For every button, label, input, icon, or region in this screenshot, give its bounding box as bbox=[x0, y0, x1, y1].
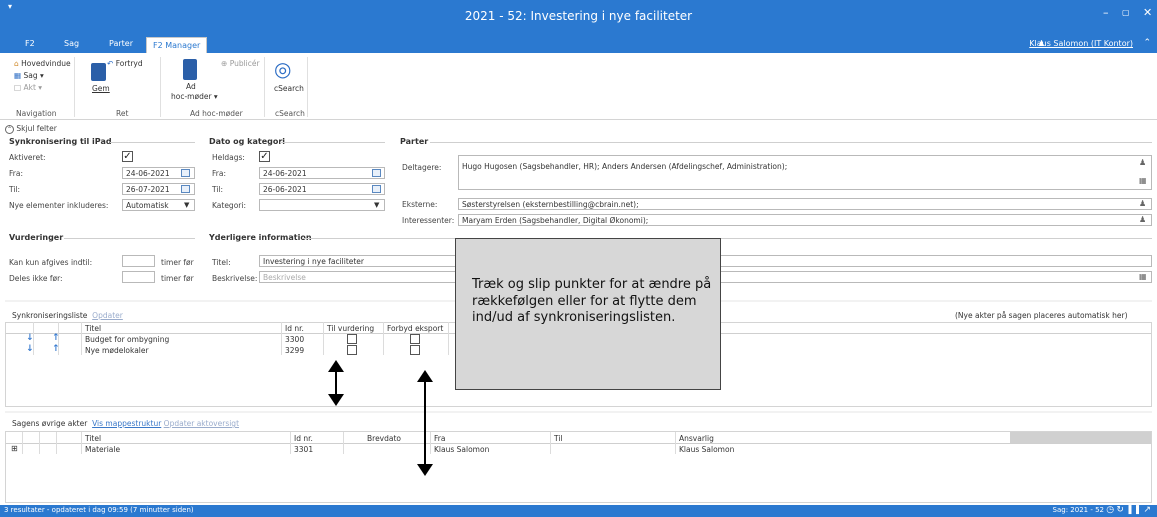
status-right: Sag: 2021 - 52 ◷ ↻ ❚❚ ↗ bbox=[1052, 505, 1151, 515]
callout-text: Træk og slip punkter for at ændre på ræk… bbox=[472, 277, 712, 325]
instruction-callout: Træk og slip punkter for at ændre på ræk… bbox=[455, 238, 721, 390]
status-bar: 3 resultater - opdateret i dag 09:59 (7 … bbox=[0, 505, 1157, 517]
refresh-icon[interactable]: ↻ bbox=[1116, 505, 1124, 515]
link-icon[interactable]: ↗ bbox=[1143, 505, 1151, 515]
arrow-up-down-2 bbox=[417, 370, 433, 476]
status-left: 3 resultater - opdateret i dag 09:59 (7 … bbox=[4, 506, 194, 514]
arrow-up-down-1 bbox=[328, 360, 344, 406]
timer-icon[interactable]: ◷ bbox=[1106, 505, 1114, 515]
pause-icon[interactable]: ❚❚ bbox=[1126, 505, 1141, 515]
